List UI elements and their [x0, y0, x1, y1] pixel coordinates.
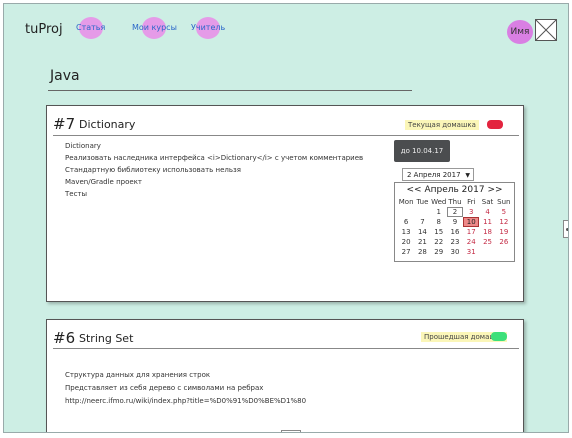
chevron-down-icon: ▼ [465, 172, 470, 179]
description-line: Dictionary [65, 142, 101, 150]
avatar-placeholder-icon [535, 19, 557, 41]
calendar-next-button[interactable]: >> [487, 185, 502, 195]
calendar-weekday-row: Mon Tue Wed Thu Fri Sat Sun [398, 197, 512, 207]
date-select[interactable]: 2 Апреля 2017 ▼ [402, 168, 474, 181]
course-title-underline [48, 90, 412, 91]
description-line: Стандартную библиотеку использовать нель… [65, 166, 241, 174]
calendar-day[interactable]: 17 [463, 227, 479, 237]
homework-number: #7 [53, 115, 76, 133]
calendar-week-row: 6 7 8 9 10 11 12 [398, 217, 512, 227]
calendar-prev-button[interactable]: << [406, 185, 421, 195]
calendar-day[interactable]: 1 [431, 207, 447, 217]
status-badge: Текущая домашка [405, 120, 479, 130]
calendar-day[interactable]: 2 [446, 207, 464, 217]
calendar-day[interactable]: 6 [398, 217, 414, 227]
calendar-day[interactable]: 12 [496, 217, 512, 227]
calendar-month-label: Апрель 2017 [424, 185, 485, 195]
nav-item-label: Статья [76, 23, 106, 32]
description-line: Структура данных для хранения строк [65, 371, 211, 379]
calendar-day[interactable]: 16 [447, 227, 463, 237]
calendar-week-row: 13 14 15 16 17 18 19 [398, 227, 512, 237]
description-line: Представляет из себя дерево с символами … [65, 384, 264, 392]
calendar-day [414, 207, 430, 217]
scroll-handle[interactable] [563, 220, 568, 238]
deadline-button[interactable]: до 10.04.17 [394, 140, 450, 162]
calendar-day[interactable]: 24 [463, 237, 479, 247]
calendar-day[interactable]: 14 [414, 227, 430, 237]
nav-item-label: Учитель [191, 23, 226, 32]
calendar-day[interactable]: 13 [398, 227, 414, 237]
nav-item-articles[interactable]: Статья [76, 17, 105, 39]
browser-frame: tuProj Статья Мои курсы Учитель Имя Java… [3, 3, 569, 433]
nav-item-teacher[interactable]: Учитель [191, 17, 225, 39]
homework-number: #6 [53, 329, 76, 347]
weekday-label: Sat [481, 198, 494, 206]
calendar-day[interactable]: 8 [431, 217, 447, 227]
calendar-day[interactable]: 10 [463, 217, 480, 227]
calendar-day[interactable]: 26 [496, 237, 512, 247]
description-line: Тесты [65, 190, 88, 198]
course-title: Java [50, 68, 80, 84]
calendar-day[interactable]: 21 [414, 237, 430, 247]
calendar-day[interactable]: 23 [447, 237, 463, 247]
homework-card[interactable]: #6 String Set Прошедшая домашка Структур… [46, 319, 524, 432]
card-divider [53, 135, 519, 136]
status-indicator [491, 332, 507, 341]
calendar[interactable]: << Апрель 2017 >> Mon Tue Wed Thu Fri Sa… [394, 182, 515, 262]
calendar-week-row: 12345 [398, 207, 512, 217]
nav-item-label: Мои курсы [132, 23, 177, 32]
scroll-handle[interactable] [281, 430, 301, 432]
calendar-day[interactable]: 18 [479, 227, 495, 237]
date-select-value: 2 Апреля 2017 [407, 171, 461, 179]
weekday-label: Wed [431, 198, 447, 206]
calendar-day[interactable]: 20 [398, 237, 414, 247]
calendar-grid: Mon Tue Wed Thu Fri Sat Sun 1 2 3 4 5 6 7 8 9 10 1… [398, 197, 512, 257]
calendar-week-row: 27 28 29 30 31 [398, 247, 512, 257]
calendar-day[interactable]: 28 [414, 247, 430, 257]
description-line: Maven/Gradle проект [65, 178, 142, 186]
calendar-day [496, 247, 512, 257]
calendar-day[interactable]: 25 [479, 237, 495, 247]
calendar-day[interactable]: 7 [414, 217, 430, 227]
card-divider [53, 348, 519, 349]
app-logo[interactable]: tuProj [25, 22, 63, 37]
nav-item-my-courses[interactable]: Мои курсы [132, 17, 177, 39]
calendar-week-row: 20 21 22 23 24 25 26 [398, 237, 512, 247]
avatar[interactable] [535, 19, 557, 41]
calendar-day[interactable]: 27 [398, 247, 414, 257]
calendar-day[interactable]: 5 [496, 207, 512, 217]
calendar-day[interactable]: 11 [479, 217, 495, 227]
calendar-day[interactable]: 15 [431, 227, 447, 237]
weekday-label: Tue [416, 198, 429, 206]
homework-title[interactable]: String Set [79, 332, 133, 345]
calendar-day[interactable]: 9 [447, 217, 463, 227]
calendar-day[interactable]: 30 [447, 247, 463, 257]
calendar-day[interactable]: 3 [463, 207, 479, 217]
calendar-day [479, 247, 495, 257]
description-line[interactable]: http://neerc.ifmo.ru/wiki/index.php?titl… [65, 397, 306, 405]
calendar-day [398, 207, 414, 217]
calendar-day[interactable]: 19 [496, 227, 512, 237]
calendar-day[interactable]: 4 [479, 207, 495, 217]
weekday-label: Thu [448, 198, 462, 206]
calendar-day[interactable]: 22 [431, 237, 447, 247]
weekday-label: Mon [398, 198, 414, 206]
calendar-header: << Апрель 2017 >> [395, 185, 514, 195]
homework-title[interactable]: Dictionary [79, 118, 135, 131]
description-line: Реализовать наследника интерфейса <i>Dic… [65, 154, 364, 162]
calendar-day[interactable]: 29 [431, 247, 447, 257]
weekday-label: Fri [467, 198, 476, 206]
weekday-label: Sun [497, 198, 511, 206]
status-indicator [487, 120, 503, 129]
calendar-day[interactable]: 31 [463, 247, 479, 257]
user-name-button[interactable]: Имя [507, 20, 533, 44]
